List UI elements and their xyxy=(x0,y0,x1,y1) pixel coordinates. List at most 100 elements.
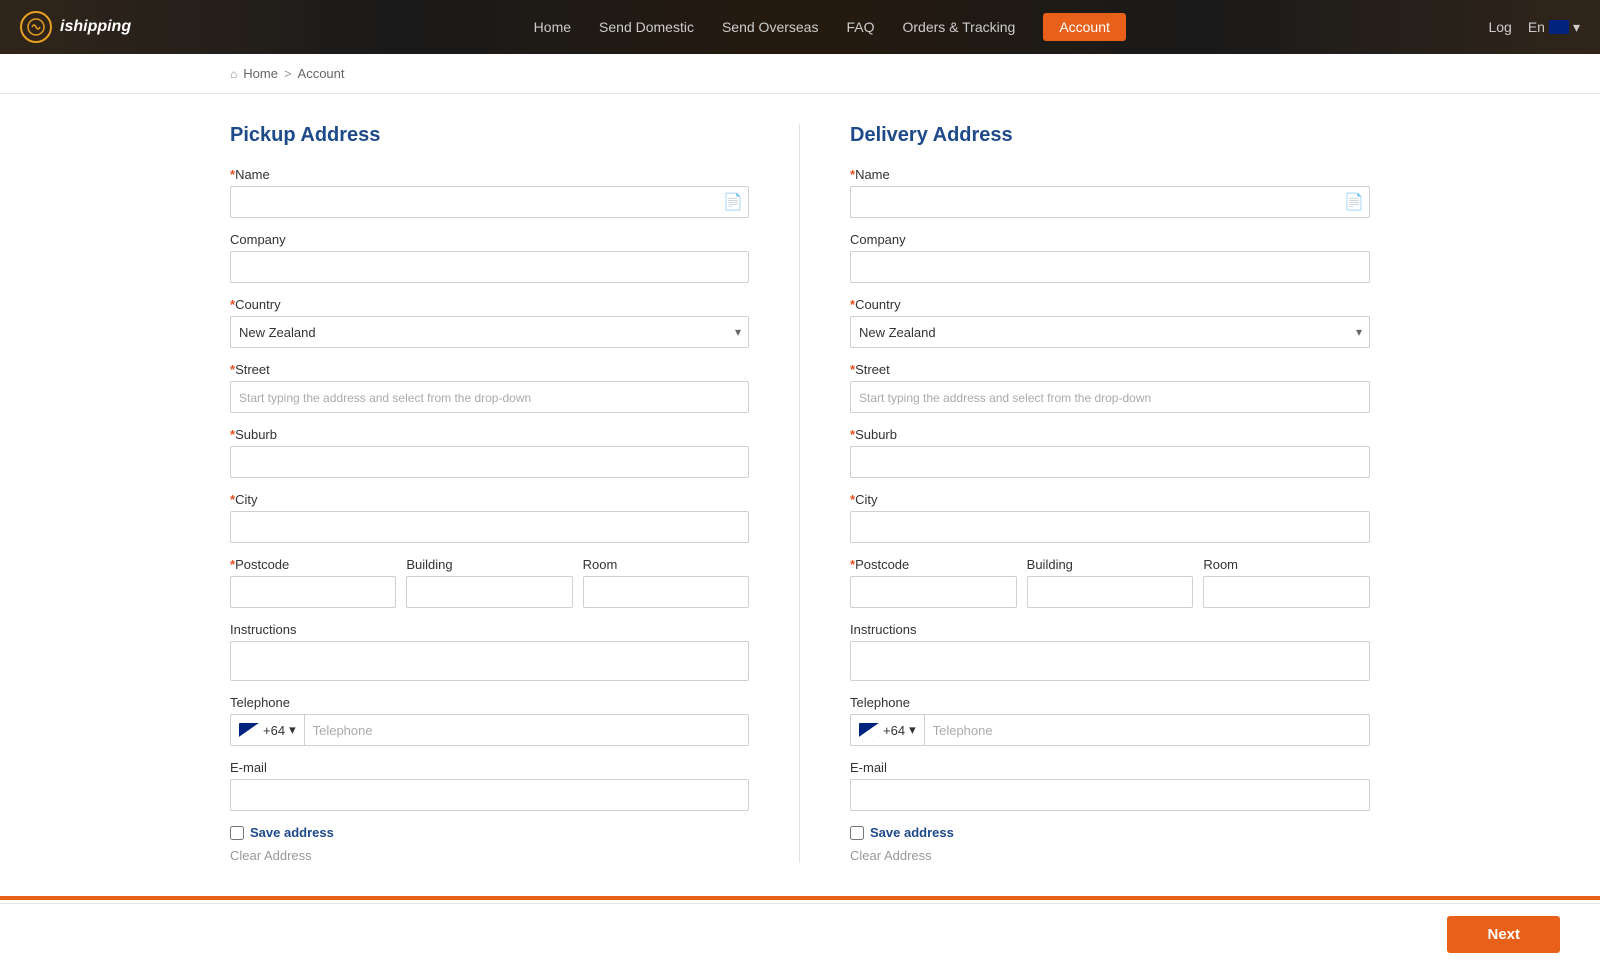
delivery-email-group: E-mail xyxy=(850,760,1370,811)
lang-chevron-icon: ▾ xyxy=(1573,19,1580,36)
delivery-company-group: Company xyxy=(850,232,1370,283)
pickup-room-input[interactable] xyxy=(583,576,749,608)
pickup-address-section: Pickup Address *Name 📄 Company *Country xyxy=(230,124,800,863)
delivery-building-label: Building xyxy=(1027,557,1194,572)
delivery-postcode-building-room-group: *Postcode Building Room xyxy=(850,557,1370,608)
pickup-save-address-checkbox[interactable] xyxy=(230,826,244,840)
delivery-name-input[interactable] xyxy=(850,186,1370,218)
pickup-postcode-input[interactable] xyxy=(230,576,396,608)
pickup-email-group: E-mail xyxy=(230,760,749,811)
delivery-postcode-input[interactable] xyxy=(850,576,1017,608)
delivery-room-input[interactable] xyxy=(1203,576,1370,608)
delivery-email-label: E-mail xyxy=(850,760,1370,775)
logo[interactable]: ishipping xyxy=(20,11,131,43)
delivery-name-label: *Name xyxy=(850,167,1370,182)
delivery-phone-group: +64 ▾ xyxy=(850,714,1370,746)
delivery-country-group: *Country New Zealand ▾ xyxy=(850,297,1370,348)
logo-icon xyxy=(20,11,52,43)
delivery-instructions-group: Instructions xyxy=(850,622,1370,681)
delivery-phone-prefix[interactable]: +64 ▾ xyxy=(851,715,925,745)
pickup-save-address-label: Save address xyxy=(250,825,334,840)
nav-send-overseas[interactable]: Send Overseas xyxy=(722,19,819,35)
delivery-country-select[interactable]: New Zealand xyxy=(850,316,1370,348)
delivery-company-label: Company xyxy=(850,232,1370,247)
pickup-phone-group: +64 ▾ xyxy=(230,714,749,746)
delivery-company-input[interactable] xyxy=(850,251,1370,283)
delivery-suburb-input[interactable] xyxy=(850,446,1370,478)
delivery-name-group: *Name 📄 xyxy=(850,167,1370,218)
logo-text: ishipping xyxy=(60,18,131,36)
pickup-contact-book-icon[interactable]: 📄 xyxy=(723,192,743,212)
pickup-city-label: *City xyxy=(230,492,749,507)
delivery-phone-input[interactable] xyxy=(925,715,1369,745)
delivery-address-section: Delivery Address *Name 📄 Company *Countr… xyxy=(800,124,1370,863)
pickup-company-group: Company xyxy=(230,232,749,283)
pickup-street-group: *Street xyxy=(230,362,749,413)
nav-send-domestic[interactable]: Send Domestic xyxy=(599,19,694,35)
delivery-country-label: *Country xyxy=(850,297,1370,312)
pickup-city-group: *City xyxy=(230,492,749,543)
pickup-suburb-input[interactable] xyxy=(230,446,749,478)
pickup-country-select[interactable]: New Zealand xyxy=(230,316,749,348)
pickup-telephone-label: Telephone xyxy=(230,695,749,710)
pickup-city-input[interactable] xyxy=(230,511,749,543)
delivery-save-address-checkbox[interactable] xyxy=(850,826,864,840)
pickup-suburb-label: *Suburb xyxy=(230,427,749,442)
pickup-name-input-wrapper: 📄 xyxy=(230,186,749,218)
pickup-street-input[interactable] xyxy=(230,381,749,413)
pickup-country-label: *Country xyxy=(230,297,749,312)
delivery-email-input[interactable] xyxy=(850,779,1370,811)
pickup-instructions-input[interactable] xyxy=(230,641,749,681)
delivery-city-input[interactable] xyxy=(850,511,1370,543)
pickup-name-label: *Name xyxy=(230,167,749,182)
nz-flag-icon xyxy=(1549,20,1569,34)
pickup-postcode-label: *Postcode xyxy=(230,557,396,572)
nav-orders-tracking[interactable]: Orders & Tracking xyxy=(902,19,1015,35)
bottom-bar: Next xyxy=(0,903,1600,965)
pickup-building-input[interactable] xyxy=(406,576,572,608)
delivery-telephone-label: Telephone xyxy=(850,695,1370,710)
pickup-country-select-wrapper: New Zealand ▾ xyxy=(230,316,749,348)
pickup-save-address-group: Save address xyxy=(230,825,749,840)
pickup-email-label: E-mail xyxy=(230,760,749,775)
language-selector[interactable]: En ▾ xyxy=(1528,19,1580,36)
nav-home[interactable]: Home xyxy=(534,19,571,35)
delivery-telephone-group: Telephone +64 ▾ xyxy=(850,695,1370,746)
delivery-building-input[interactable] xyxy=(1027,576,1194,608)
delivery-save-address-group: Save address xyxy=(850,825,1370,840)
home-icon: ⌂ xyxy=(230,67,237,81)
delivery-instructions-input[interactable] xyxy=(850,641,1370,681)
pickup-company-input[interactable] xyxy=(230,251,749,283)
delivery-suburb-group: *Suburb xyxy=(850,427,1370,478)
main-nav: Home Send Domestic Send Overseas FAQ Ord… xyxy=(171,13,1488,41)
pickup-phone-chevron-icon: ▾ xyxy=(289,722,296,738)
breadcrumb-home[interactable]: Home xyxy=(243,66,278,81)
pickup-nz-flag-icon xyxy=(239,723,259,737)
delivery-title: Delivery Address xyxy=(850,124,1370,147)
delivery-country-select-wrapper: New Zealand ▾ xyxy=(850,316,1370,348)
delivery-city-label: *City xyxy=(850,492,1370,507)
delivery-clear-address-button[interactable]: Clear Address xyxy=(850,848,1370,863)
delivery-city-group: *City xyxy=(850,492,1370,543)
delivery-street-input[interactable] xyxy=(850,381,1370,413)
next-button[interactable]: Next xyxy=(1447,916,1560,953)
pickup-building-label: Building xyxy=(406,557,572,572)
lang-text: En xyxy=(1528,19,1545,35)
nav-log[interactable]: Log xyxy=(1488,19,1511,35)
delivery-contact-book-icon[interactable]: 📄 xyxy=(1344,192,1364,212)
nav-account-button[interactable]: Account xyxy=(1043,13,1126,41)
breadcrumb-current: Account xyxy=(298,66,345,81)
pickup-phone-input[interactable] xyxy=(305,715,748,745)
pickup-name-input[interactable] xyxy=(230,186,749,218)
pickup-clear-address-button[interactable]: Clear Address xyxy=(230,848,749,863)
nav-faq[interactable]: FAQ xyxy=(846,19,874,35)
pickup-instructions-group: Instructions xyxy=(230,622,749,681)
delivery-phone-code: +64 xyxy=(883,723,905,738)
main-content: Pickup Address *Name 📄 Company *Country xyxy=(0,94,1600,903)
pickup-phone-prefix[interactable]: +64 ▾ xyxy=(231,715,305,745)
pickup-email-input[interactable] xyxy=(230,779,749,811)
pickup-instructions-label: Instructions xyxy=(230,622,749,637)
delivery-phone-chevron-icon: ▾ xyxy=(909,722,916,738)
address-columns: Pickup Address *Name 📄 Company *Country xyxy=(230,124,1370,863)
breadcrumb-bar: ⌂ Home > Account xyxy=(0,54,1600,94)
